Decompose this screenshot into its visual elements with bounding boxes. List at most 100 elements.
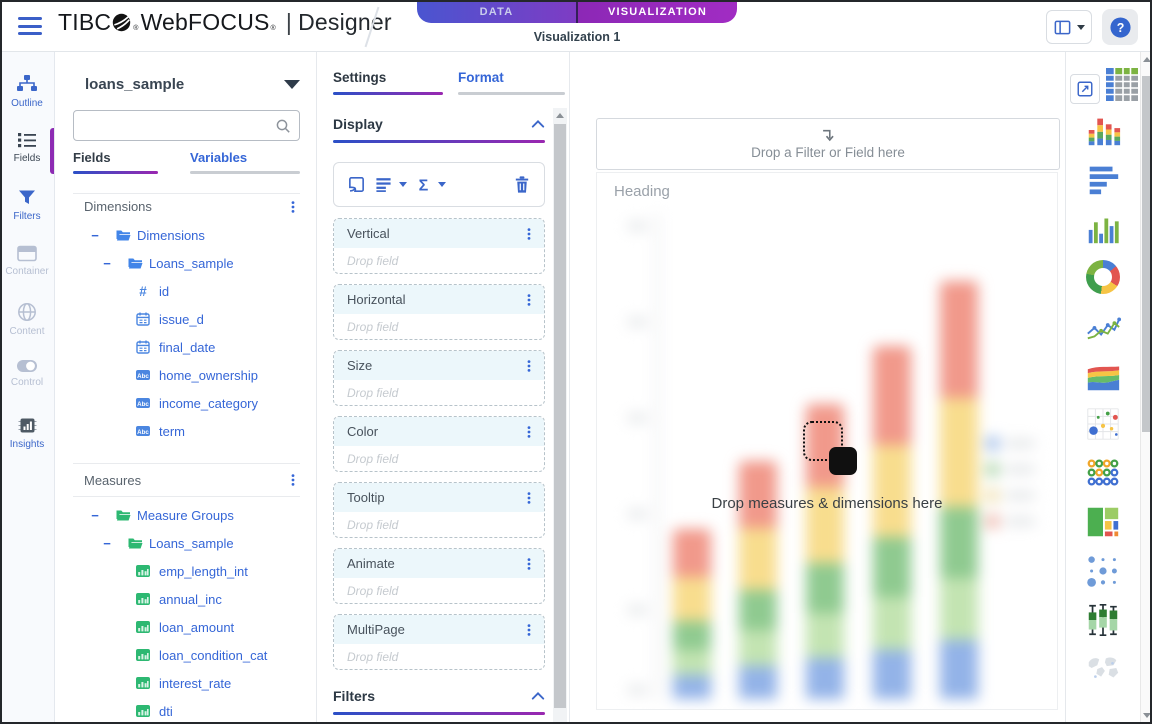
display-section-header[interactable]: Display xyxy=(333,116,545,132)
aggregation-button[interactable]: Σ xyxy=(415,175,446,194)
tab-data[interactable]: DATA xyxy=(417,0,576,23)
chevron-up-icon[interactable] xyxy=(531,119,545,129)
tab-format[interactable]: Format xyxy=(458,70,565,95)
scroll-up-arrow[interactable] xyxy=(1143,57,1151,62)
bucket-vertical[interactable]: Vertical Drop field xyxy=(333,218,545,274)
tree-node-loans-sample-measures[interactable]: − Loans_sample xyxy=(55,529,316,557)
window-scrollbar[interactable] xyxy=(1140,52,1152,724)
chart-type-line-icon[interactable] xyxy=(1084,307,1122,345)
control-icon xyxy=(16,359,38,373)
tree-node-dimensions[interactable]: − Dimensions xyxy=(55,221,316,249)
kebab-menu-icon[interactable] xyxy=(522,226,536,242)
filters-section-header[interactable]: Filters xyxy=(333,688,545,704)
chart-placeholder-card[interactable]: Heading Drop measures & dimensions here xyxy=(596,172,1058,710)
chart-type-scatter-icon[interactable] xyxy=(1084,405,1122,443)
sidebar-item-outline[interactable]: Outline xyxy=(0,68,54,125)
chart-type-donut-icon[interactable] xyxy=(1084,258,1122,296)
chart-type-table-icon[interactable] xyxy=(1102,64,1140,104)
bucket-dropzone[interactable]: Drop field xyxy=(334,578,544,604)
bucket-size[interactable]: Size Drop field xyxy=(333,350,545,406)
bucket-dropzone[interactable]: Drop field xyxy=(334,248,544,274)
tree-node-measure-groups[interactable]: − Measure Groups xyxy=(55,501,316,529)
placeholder-legend xyxy=(986,437,1035,528)
field-item[interactable]: emp_length_int xyxy=(55,557,316,585)
scrollbar-thumb[interactable] xyxy=(1142,76,1152,432)
kebab-menu-icon[interactable] xyxy=(286,199,300,215)
measure-field-icon xyxy=(135,591,151,607)
help-button[interactable]: ? xyxy=(1102,9,1138,45)
bucket-dropzone[interactable]: Drop field xyxy=(334,380,544,406)
chart-type-vertical-bar-icon[interactable] xyxy=(1084,209,1122,247)
kebab-menu-icon[interactable] xyxy=(522,358,536,374)
field-item[interactable]: loan_condition_cat xyxy=(55,641,316,669)
tab-variables[interactable]: Variables xyxy=(190,150,300,174)
scroll-up-arrow[interactable] xyxy=(556,113,564,118)
chart-type-boxplot-icon[interactable] xyxy=(1084,601,1122,639)
field-item[interactable]: # id xyxy=(55,277,316,305)
collapse-icon[interactable]: − xyxy=(88,228,102,243)
kebab-menu-icon[interactable] xyxy=(522,424,536,440)
text-field-icon: Abc xyxy=(135,423,151,439)
sidebar-item-filters[interactable]: Filters xyxy=(0,182,54,239)
logo-brand-main: WebFOCUS xyxy=(141,9,270,36)
legend-position-button[interactable] xyxy=(374,176,407,193)
tab-visualization[interactable]: VISUALIZATION xyxy=(576,0,737,23)
datasource-selector[interactable]: loans_sample xyxy=(85,76,300,93)
kebab-menu-icon[interactable] xyxy=(286,472,300,488)
chevron-up-icon[interactable] xyxy=(531,691,545,701)
field-item[interactable]: Abc term xyxy=(55,417,316,445)
field-item[interactable]: Abc income_category xyxy=(55,389,316,417)
folder-icon xyxy=(115,507,131,523)
field-item[interactable]: annual_inc xyxy=(55,585,316,613)
chart-type-treemap-icon[interactable] xyxy=(1084,503,1122,541)
kebab-menu-icon[interactable] xyxy=(522,622,536,638)
field-item[interactable]: issue_d xyxy=(55,305,316,333)
delete-button[interactable] xyxy=(513,175,531,194)
bucket-dropzone[interactable]: Drop field xyxy=(334,512,544,538)
settings-scrollbar[interactable] xyxy=(553,108,567,724)
collapse-icon[interactable]: − xyxy=(100,256,114,271)
bucket-tooltip[interactable]: Tooltip Drop field xyxy=(333,482,545,538)
layout-options-button[interactable] xyxy=(1046,10,1092,44)
chart-type-bubble-matrix-icon[interactable] xyxy=(1084,552,1122,590)
bucket-dropzone[interactable]: Drop field xyxy=(334,644,544,670)
field-item[interactable]: dti xyxy=(55,697,316,724)
annotation-button[interactable] xyxy=(347,175,366,194)
measure-field-icon xyxy=(135,619,151,635)
folder-icon xyxy=(127,535,143,551)
svg-text:Abc: Abc xyxy=(137,373,149,380)
chart-type-map-icon[interactable] xyxy=(1084,650,1122,688)
sidebar-item-insights[interactable]: Insights xyxy=(0,410,54,467)
hamburger-menu-icon[interactable] xyxy=(18,15,42,37)
expand-canvas-button[interactable] xyxy=(1070,74,1100,104)
tree-node-loans-sample[interactable]: − Loans_sample xyxy=(55,249,316,277)
chart-type-ring-matrix-icon[interactable] xyxy=(1084,454,1122,492)
kebab-menu-icon[interactable] xyxy=(522,556,536,572)
collapse-icon[interactable]: − xyxy=(100,536,114,551)
bucket-dropzone[interactable]: Drop field xyxy=(334,446,544,472)
bucket-animate[interactable]: Animate Drop field xyxy=(333,548,545,604)
sidebar-item-fields[interactable]: Fields xyxy=(0,125,54,182)
chart-type-area-icon[interactable] xyxy=(1084,356,1122,394)
bucket-color[interactable]: Color Drop field xyxy=(333,416,545,472)
chart-type-horizontal-bar-icon[interactable] xyxy=(1084,160,1122,198)
filter-dropzone[interactable]: Drop a Filter or Field here xyxy=(596,118,1060,170)
bucket-horizontal[interactable]: Horizontal Drop field xyxy=(333,284,545,340)
tab-settings[interactable]: Settings xyxy=(333,70,443,95)
kebab-menu-icon[interactable] xyxy=(522,292,536,308)
scroll-down-arrow[interactable] xyxy=(1143,713,1151,718)
field-item[interactable]: Abc home_ownership xyxy=(55,361,316,389)
field-item[interactable]: interest_rate xyxy=(55,669,316,697)
bucket-multipage[interactable]: MultiPage Drop field xyxy=(333,614,545,670)
field-search-input[interactable] xyxy=(73,110,300,141)
dimensions-tree: − Dimensions − Loans_sample # id issue_d xyxy=(55,221,316,445)
tab-fields[interactable]: Fields xyxy=(73,150,158,174)
field-item[interactable]: loan_amount xyxy=(55,613,316,641)
field-item[interactable]: final_date xyxy=(55,333,316,361)
chart-type-stacked-bar-icon[interactable] xyxy=(1084,111,1122,149)
kebab-menu-icon[interactable] xyxy=(522,490,536,506)
bucket-dropzone[interactable]: Drop field xyxy=(334,314,544,340)
scrollbar-thumb[interactable] xyxy=(554,124,566,708)
collapse-icon[interactable]: − xyxy=(88,508,102,523)
drag-drop-cursor-icon xyxy=(803,421,859,477)
